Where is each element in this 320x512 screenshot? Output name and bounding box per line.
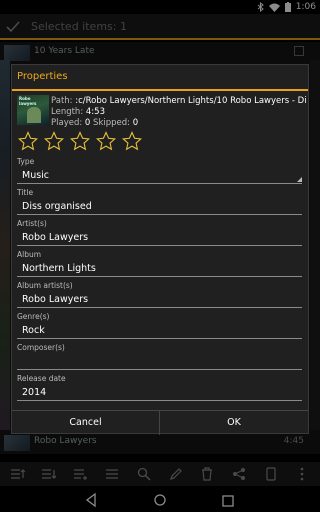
length-value: 4:53 (85, 107, 105, 117)
played-value: 0 (84, 118, 91, 128)
album-art-figure (27, 107, 41, 123)
skipped-value: 0 (132, 118, 139, 128)
artist-field[interactable]: Robo Lawyers (17, 230, 302, 246)
dialog-title: Properties (17, 71, 68, 82)
composer-label: Composer(s) (17, 343, 65, 352)
star-icon[interactable] (70, 131, 90, 151)
artist-label: Artist(s) (17, 219, 47, 228)
path-row: Path: :c/Robo Lawyers/Northern Lights/10… (51, 96, 306, 106)
rating-stars[interactable] (18, 131, 142, 151)
star-icon[interactable] (18, 131, 38, 151)
type-value: Music (22, 170, 50, 181)
album-art: Robo lawyers (17, 95, 49, 125)
release-date-field[interactable]: 2014 (17, 385, 302, 401)
type-label: Type (17, 157, 35, 166)
cancel-button[interactable]: Cancel (12, 411, 160, 435)
dialog-header: Properties (12, 65, 308, 89)
properties-dialog: Properties Robo lawyers Path: :c/Robo La… (11, 64, 309, 435)
star-icon[interactable] (44, 131, 64, 151)
release-date-label: Release date (17, 374, 66, 383)
star-icon[interactable] (122, 131, 142, 151)
album-field[interactable]: Northern Lights (17, 261, 302, 277)
album-artist-label: Album artist(s) (17, 281, 73, 290)
genre-label: Genre(s) (17, 312, 50, 321)
composer-field[interactable] (17, 354, 302, 370)
star-icon[interactable] (96, 131, 116, 151)
ok-button[interactable]: OK (160, 411, 308, 435)
genre-field[interactable]: Rock (17, 323, 302, 339)
dialog-buttons: Cancel OK (12, 410, 308, 435)
album-art-label: Robo lawyers (19, 96, 37, 106)
title-label: Title (17, 188, 34, 197)
length-row: Length: 4:53 (51, 107, 105, 117)
path-value: :c/Robo Lawyers/Northern Lights/10 Robo … (75, 96, 306, 106)
played-row: Played: 0 Skipped: 0 (51, 118, 139, 128)
dropdown-arrow-icon (297, 177, 302, 182)
title-field[interactable]: Diss organised (17, 199, 302, 215)
album-artist-field[interactable]: Robo Lawyers (17, 292, 302, 308)
album-label: Album (17, 250, 42, 259)
title-divider (12, 89, 308, 91)
type-select[interactable]: Music (17, 168, 302, 184)
